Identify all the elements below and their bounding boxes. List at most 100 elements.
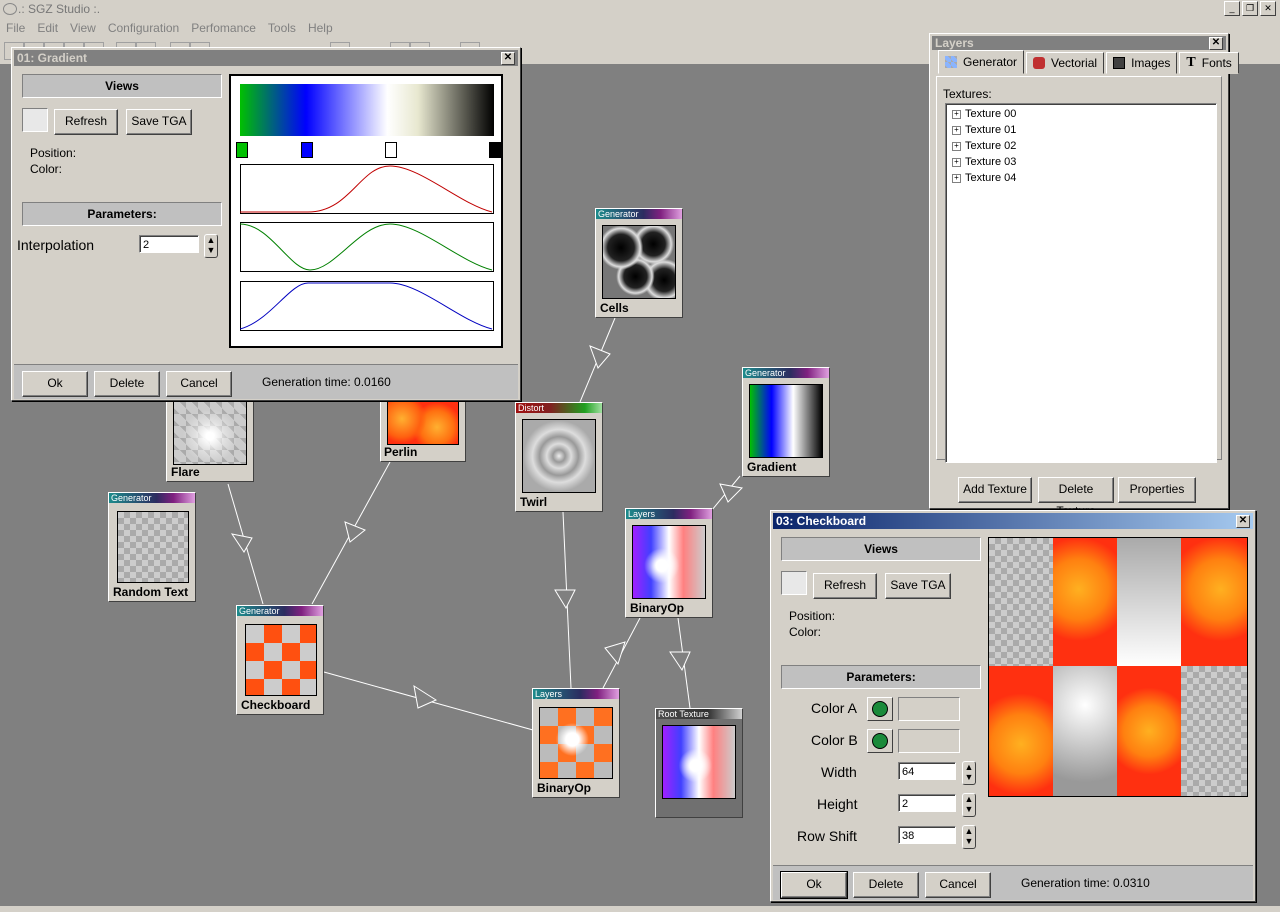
node-category: Root Texture bbox=[656, 709, 742, 719]
node-flare[interactable]: Flare bbox=[166, 398, 254, 482]
cancel-button[interactable]: Cancel bbox=[166, 371, 232, 397]
width-label: Width bbox=[821, 764, 857, 780]
gradient-stop-handle[interactable] bbox=[489, 142, 501, 158]
row-shift-label: Row Shift bbox=[797, 828, 857, 844]
node-random-text[interactable]: Generator Random Text bbox=[108, 492, 196, 602]
cancel-button[interactable]: Cancel bbox=[925, 872, 991, 898]
node-category: Generator bbox=[743, 368, 829, 378]
add-texture-button[interactable]: Add Texture bbox=[958, 477, 1032, 503]
node-label: BinaryOp bbox=[537, 781, 592, 795]
refresh-button[interactable]: Refresh bbox=[813, 573, 877, 599]
color-label: Color: bbox=[30, 162, 63, 176]
expand-icon[interactable]: + bbox=[952, 125, 961, 135]
node-category: Generator bbox=[109, 493, 195, 503]
ok-button[interactable]: Ok bbox=[22, 371, 88, 397]
tab-images[interactable]: Images bbox=[1106, 52, 1178, 74]
node-label: Random Text bbox=[113, 585, 189, 599]
color-b-swatch[interactable] bbox=[898, 729, 960, 753]
node-root-texture[interactable]: Root Texture bbox=[655, 708, 743, 818]
node-category: Layers bbox=[533, 689, 619, 699]
delete-texture-button[interactable]: Delete Texture bbox=[1038, 477, 1114, 518]
interpolation-spinner[interactable]: ▲ ▼ bbox=[204, 234, 218, 258]
checker-icon bbox=[945, 56, 957, 68]
node-twirl[interactable]: Distort Twirl bbox=[515, 402, 603, 512]
gradient-stop-handle[interactable] bbox=[301, 142, 313, 158]
properties-button[interactable]: Properties bbox=[1118, 477, 1196, 503]
row-shift-spinner[interactable]: ▲ ▼ bbox=[962, 825, 976, 849]
tree-item-texture[interactable]: + Texture 01 bbox=[952, 124, 1016, 136]
node-category: Distort bbox=[516, 403, 602, 413]
checkboard-dialog-footer: Ok Delete Cancel Generation time: 0.0310 bbox=[773, 865, 1253, 900]
tree-item-texture[interactable]: + Texture 02 bbox=[952, 140, 1016, 152]
node-category: Generator bbox=[237, 606, 323, 616]
views-header: Views bbox=[781, 537, 981, 561]
node-label: BinaryOp bbox=[630, 601, 685, 615]
binaryop-preview bbox=[632, 525, 706, 599]
node-checkboard[interactable]: Generator Checkboard bbox=[236, 605, 324, 715]
gradient-stop-handle[interactable] bbox=[236, 142, 248, 158]
ok-button[interactable]: Ok bbox=[780, 871, 848, 899]
delete-button[interactable]: Delete bbox=[94, 371, 160, 397]
delete-button[interactable]: Delete bbox=[853, 872, 919, 898]
connection-arrow bbox=[230, 533, 253, 553]
view-swatch[interactable] bbox=[22, 108, 48, 132]
node-binaryop-2[interactable]: Layers BinaryOp bbox=[532, 688, 620, 798]
node-perlin[interactable]: Perlin bbox=[380, 398, 466, 462]
expand-icon[interactable]: + bbox=[952, 141, 961, 151]
tab-fonts[interactable]: T Fonts bbox=[1179, 52, 1239, 74]
gradient-preview-bar bbox=[240, 84, 494, 136]
close-icon[interactable]: ✕ bbox=[1236, 515, 1250, 528]
close-icon[interactable]: ✕ bbox=[501, 52, 515, 65]
expand-icon[interactable]: + bbox=[952, 109, 961, 119]
node-label: Perlin bbox=[384, 445, 418, 459]
width-spinner[interactable]: ▲ ▼ bbox=[962, 761, 976, 785]
node-binaryop-1[interactable]: Layers BinaryOp bbox=[625, 508, 713, 618]
height-spinner[interactable]: ▲ ▼ bbox=[962, 793, 976, 817]
gradient-editor[interactable] bbox=[229, 74, 503, 348]
tab-generator[interactable]: Generator bbox=[938, 50, 1025, 74]
blue-channel-curve bbox=[240, 281, 494, 331]
node-gradient[interactable]: Generator Gradient bbox=[742, 367, 830, 477]
gradient-dialog-title: 01: Gradient ✕ bbox=[14, 50, 518, 66]
color-a-picker-button[interactable] bbox=[867, 697, 893, 721]
close-icon[interactable]: ✕ bbox=[1209, 37, 1223, 50]
generation-time: Generation time: 0.0310 bbox=[1021, 876, 1150, 890]
generation-time: Generation time: 0.0160 bbox=[262, 375, 391, 389]
node-label: Flare bbox=[171, 465, 200, 479]
view-swatch[interactable] bbox=[781, 571, 807, 595]
red-channel-curve bbox=[240, 164, 494, 214]
row-shift-input[interactable]: 38 bbox=[898, 826, 956, 844]
font-icon: T bbox=[1186, 55, 1196, 70]
tab-vectorial[interactable]: Vectorial bbox=[1026, 52, 1105, 74]
tree-item-texture[interactable]: + Texture 00 bbox=[952, 108, 1016, 120]
save-tga-button[interactable]: Save TGA bbox=[885, 573, 951, 599]
interpolation-input[interactable]: 2 bbox=[139, 235, 199, 253]
height-label: Height bbox=[817, 796, 858, 812]
tree-item-texture[interactable]: + Texture 03 bbox=[952, 156, 1016, 168]
expand-icon[interactable]: + bbox=[952, 157, 961, 167]
node-label: Twirl bbox=[520, 495, 548, 509]
parameters-header: Parameters: bbox=[22, 202, 222, 226]
save-tga-button[interactable]: Save TGA bbox=[126, 109, 192, 135]
node-label: Cells bbox=[600, 301, 629, 315]
node-label: Gradient bbox=[747, 460, 797, 474]
image-icon bbox=[1113, 57, 1126, 69]
width-input[interactable]: 64 bbox=[898, 762, 956, 780]
gradient-preview bbox=[749, 384, 823, 458]
expand-icon[interactable]: + bbox=[952, 173, 961, 183]
refresh-button[interactable]: Refresh bbox=[54, 109, 118, 135]
layers-tabs: Generator Vectorial Images T Fonts bbox=[938, 50, 1241, 76]
textures-label: Textures: bbox=[943, 87, 992, 101]
cells-preview bbox=[602, 225, 676, 299]
checkboard-dialog-title: 03: Checkboard ✕ bbox=[773, 513, 1253, 529]
views-header: Views bbox=[22, 74, 222, 98]
gradient-stop-handle[interactable] bbox=[385, 142, 397, 158]
node-label: Checkboard bbox=[241, 698, 311, 712]
tree-item-texture[interactable]: + Texture 04 bbox=[952, 172, 1016, 184]
textures-tree[interactable]: + Texture 00 + Texture 01 + Texture 02 + Tex… bbox=[945, 103, 1217, 463]
interpolation-label: Interpolation bbox=[17, 237, 95, 253]
color-b-picker-button[interactable] bbox=[867, 729, 893, 753]
node-cells[interactable]: Generator Cells bbox=[595, 208, 683, 318]
color-a-swatch[interactable] bbox=[898, 697, 960, 721]
height-input[interactable]: 2 bbox=[898, 794, 956, 812]
